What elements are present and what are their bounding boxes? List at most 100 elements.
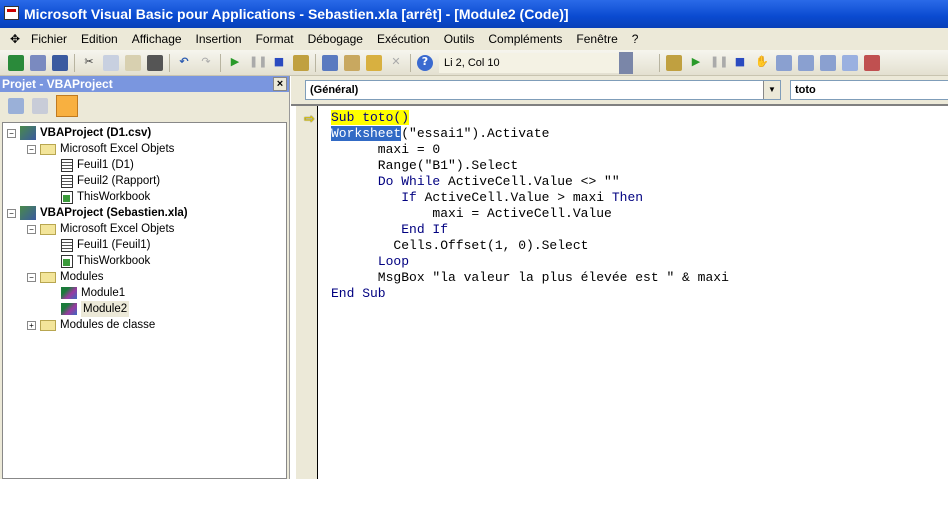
immediate-window-icon[interactable]: [864, 54, 880, 71]
procedure-combo[interactable]: toto: [790, 80, 948, 100]
cursor-position: Li 2, Col 10: [439, 52, 619, 73]
code-line: Sub toto(): [331, 110, 410, 125]
tree-node-class-modules[interactable]: + Modules de classe: [27, 317, 155, 333]
step-out-icon[interactable]: [820, 54, 836, 71]
toggle-folders-icon[interactable]: [56, 95, 78, 117]
collapse-icon[interactable]: −: [7, 128, 16, 138]
collapse-icon[interactable]: −: [7, 208, 16, 218]
margin-indicator-bar[interactable]: ⇨: [296, 106, 318, 479]
insert-userform-icon[interactable]: [30, 54, 46, 71]
object-combo[interactable]: (Général) ▼: [305, 80, 781, 100]
copy-icon[interactable]: [103, 54, 119, 71]
menu-edition[interactable]: Edition: [74, 32, 125, 46]
undo-icon[interactable]: ↶: [176, 55, 192, 71]
menu-insertion[interactable]: Insertion: [189, 32, 249, 46]
collapse-icon[interactable]: −: [27, 144, 36, 154]
menu-format[interactable]: Format: [249, 32, 301, 46]
tree-node-thisworkbook[interactable]: ThisWorkbook: [61, 189, 150, 205]
separator: [74, 53, 75, 72]
workbook-icon: [61, 254, 73, 268]
separator: [220, 53, 221, 72]
worksheet-icon: [61, 174, 73, 188]
pause-icon[interactable]: ❚❚: [249, 55, 267, 71]
code-line: Cells.Offset(1, 0).Select: [331, 238, 589, 253]
code-line: ("essai1").Activate: [401, 126, 550, 141]
properties-icon[interactable]: [344, 54, 360, 71]
code-keyword: Then: [611, 190, 644, 205]
pause-icon[interactable]: ❚❚: [710, 55, 728, 71]
excel-icon[interactable]: [8, 54, 24, 71]
code-keyword: Do While: [377, 174, 441, 189]
code-keyword: If: [401, 190, 417, 205]
view-object-icon[interactable]: [32, 98, 48, 114]
toolbox-icon[interactable]: ✕: [388, 55, 404, 71]
tree-node-module1[interactable]: Module1: [61, 285, 125, 301]
stop-icon[interactable]: ■: [271, 55, 287, 71]
tree-node-module2[interactable]: Module2: [61, 301, 130, 317]
selected-text: Worksheet: [331, 126, 402, 141]
node-label: ThisWorkbook: [77, 255, 151, 267]
project-explorer-toolbar: [0, 92, 289, 120]
window-title: Microsoft Visual Basic pour Applications…: [24, 6, 569, 22]
worksheet-icon: [61, 238, 73, 252]
code-line: MsgBox "la valeur la plus élevée est " &…: [331, 270, 729, 285]
menu-help[interactable]: ?: [625, 32, 646, 46]
node-label: Microsoft Excel Objets: [60, 223, 175, 235]
separator: [315, 53, 316, 72]
menu-fichier[interactable]: Fichier: [24, 32, 74, 46]
run-icon[interactable]: ▶: [688, 55, 704, 71]
menu-affichage[interactable]: Affichage: [125, 32, 189, 46]
project-explorer-icon[interactable]: [322, 54, 338, 71]
design-mode-icon[interactable]: [293, 54, 309, 71]
tree-node-modules[interactable]: − Modules: [27, 269, 103, 285]
close-icon[interactable]: ×: [273, 77, 287, 91]
menu-complements[interactable]: Compléments: [481, 32, 569, 46]
menu-execution[interactable]: Exécution: [370, 32, 437, 46]
locals-window-icon[interactable]: [842, 54, 858, 71]
project-explorer-title: Projet - VBAProject: [2, 77, 113, 91]
code-line: ActiveCell.Value <> "": [440, 174, 620, 189]
tree-node-excel-objects[interactable]: − Microsoft Excel Objets: [27, 221, 174, 237]
module-icon: [61, 287, 77, 299]
node-label: Feuil1 (D1): [77, 159, 134, 171]
module-icon: [61, 303, 77, 315]
node-label: VBAProject (D1.csv): [40, 127, 152, 139]
tree-node-thisworkbook[interactable]: ThisWorkbook: [61, 253, 150, 269]
expand-icon[interactable]: +: [27, 320, 36, 330]
node-label: Module2: [81, 301, 130, 317]
vba-menu-icon[interactable]: ✥: [0, 32, 24, 46]
tree-node-feuil1[interactable]: Feuil1 (D1): [61, 157, 134, 173]
redo-icon[interactable]: ↷: [198, 55, 214, 71]
run-icon[interactable]: ▶: [227, 55, 243, 71]
cut-icon[interactable]: ✂: [81, 55, 97, 71]
tree-node-vbaproject-sebastien[interactable]: − VBAProject (Sebastien.xla): [7, 205, 188, 221]
code-text[interactable]: Sub toto() Worksheet("essai1").Activate …: [331, 110, 729, 302]
tree-node-vbaproject-d1[interactable]: − VBAProject (D1.csv): [7, 125, 151, 141]
step-into-icon[interactable]: [776, 54, 792, 71]
menu-debogage[interactable]: Débogage: [301, 32, 370, 46]
folder-icon: [40, 271, 56, 283]
stop-icon[interactable]: ■: [732, 55, 748, 71]
breakpoint-hand-icon[interactable]: ✋: [754, 55, 770, 71]
code-line: ActiveCell.Value > maxi: [416, 190, 612, 205]
tree-node-feuil2[interactable]: Feuil2 (Rapport): [61, 173, 160, 189]
collapse-icon[interactable]: −: [27, 224, 36, 234]
save-icon[interactable]: [52, 54, 68, 71]
tree-node-feuil1[interactable]: Feuil1 (Feuil1): [61, 237, 151, 253]
node-label: VBAProject (Sebastien.xla): [40, 207, 188, 219]
design-mode-icon[interactable]: [666, 54, 682, 71]
find-icon[interactable]: [147, 54, 163, 71]
execution-pointer-arrow-icon: ⇨: [304, 112, 315, 127]
paste-icon[interactable]: [125, 54, 141, 71]
help-icon[interactable]: ?: [417, 54, 433, 71]
tree-node-excel-objects[interactable]: − Microsoft Excel Objets: [27, 141, 174, 157]
view-code-icon[interactable]: [8, 98, 24, 114]
menu-outils[interactable]: Outils: [437, 32, 482, 46]
dropdown-arrow-icon[interactable]: ▼: [763, 81, 780, 99]
code-editor[interactable]: ⇨ Sub toto() Worksheet("essai1").Activat…: [291, 104, 948, 479]
step-over-icon[interactable]: [798, 54, 814, 71]
menu-fenetre[interactable]: Fenêtre: [569, 32, 624, 46]
object-browser-icon[interactable]: [366, 54, 382, 71]
collapse-icon[interactable]: −: [27, 272, 36, 282]
toolbar-options-icon[interactable]: [619, 51, 633, 74]
